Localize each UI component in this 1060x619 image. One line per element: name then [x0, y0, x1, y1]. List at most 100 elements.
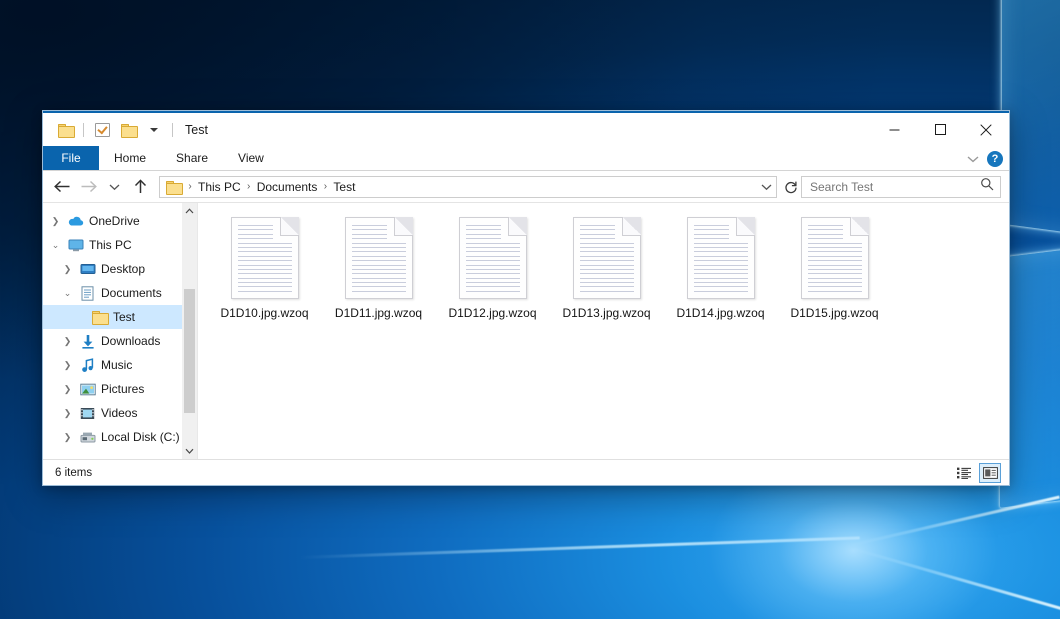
address-dropdown-icon[interactable]	[756, 176, 776, 198]
file-explorer-window: Test File Home Share View	[42, 110, 1010, 486]
tab-file[interactable]: File	[43, 146, 99, 170]
tab-share[interactable]: Share	[161, 146, 223, 170]
help-icon[interactable]: ?	[987, 151, 1003, 167]
sidebar-item-label: OneDrive	[89, 214, 140, 228]
sidebar-item-local-disk-c[interactable]: ❯ Local Disk (C:)	[43, 425, 182, 449]
maximize-button[interactable]	[917, 113, 963, 146]
file-item[interactable]: D1D12.jpg.wzoq	[444, 217, 541, 321]
qat-divider-2	[172, 123, 173, 137]
chevron-right-icon[interactable]: ❯	[61, 336, 74, 347]
scroll-down-icon[interactable]	[182, 443, 197, 459]
breadcrumb-test[interactable]: Test	[331, 180, 357, 194]
sidebar-item-videos[interactable]: ❯ Videos	[43, 401, 182, 425]
pictures-icon	[79, 383, 96, 396]
quick-access-toolbar	[43, 119, 176, 141]
breadcrumb-separator: ›	[319, 181, 331, 192]
sidebar-item-label: Downloads	[101, 334, 160, 348]
chevron-right-icon[interactable]: ❯	[49, 216, 62, 227]
sidebar-item-label: Test	[113, 310, 135, 324]
downloads-icon	[79, 334, 96, 349]
file-item[interactable]: D1D15.jpg.wzoq	[786, 217, 883, 321]
window-title: Test	[185, 123, 208, 137]
sidebar-item-desktop[interactable]: ❯ Desktop	[43, 257, 182, 281]
drive-icon	[79, 431, 96, 444]
chevron-right-icon[interactable]: ❯	[61, 432, 74, 443]
sidebar-item-pictures[interactable]: ❯ Pictures	[43, 377, 182, 401]
onedrive-icon	[67, 215, 84, 227]
sidebar-item-downloads[interactable]: ❯ Downloads	[43, 329, 182, 353]
breadcrumb-separator: ›	[184, 181, 196, 192]
breadcrumb-documents[interactable]: Documents	[255, 180, 320, 194]
chevron-right-icon[interactable]: ❯	[61, 360, 74, 371]
chevron-right-icon[interactable]: ❯	[61, 264, 74, 275]
search-placeholder: Search Test	[810, 180, 980, 194]
file-name: D1D10.jpg.wzoq	[220, 306, 308, 321]
new-folder-icon[interactable]	[117, 119, 139, 141]
close-button[interactable]	[963, 113, 1009, 146]
customize-quick-access-icon[interactable]	[143, 119, 165, 141]
breadcrumb-this-pc[interactable]: This PC	[196, 180, 243, 194]
minimize-button[interactable]	[871, 113, 917, 146]
file-list-view[interactable]: D1D10.jpg.wzoq D1D11.jpg.wzoq	[198, 203, 1009, 459]
scroll-up-icon[interactable]	[182, 203, 197, 219]
forward-button[interactable]	[75, 174, 101, 200]
sidebar-item-label: Videos	[101, 406, 137, 420]
chevron-down-icon[interactable]: ⌄	[49, 240, 62, 251]
chevron-down-icon[interactable]: ⌄	[61, 288, 74, 299]
generic-document-icon	[345, 217, 413, 299]
generic-document-icon	[459, 217, 527, 299]
view-buttons	[953, 463, 1001, 483]
file-item[interactable]: D1D14.jpg.wzoq	[672, 217, 769, 321]
sidebar-item-test[interactable]: Test	[43, 305, 182, 329]
folder-icon[interactable]	[54, 119, 76, 141]
ribbon-right-controls: ?	[967, 146, 1003, 171]
sidebar-item-label: This PC	[89, 238, 132, 252]
back-button[interactable]	[49, 174, 75, 200]
navigation-scrollbar[interactable]	[182, 203, 198, 459]
search-input[interactable]: Search Test	[801, 176, 1001, 198]
address-folder-icon	[166, 181, 181, 193]
sidebar-item-onedrive[interactable]: ❯ OneDrive	[43, 209, 182, 233]
large-icons-view-button[interactable]	[979, 463, 1001, 483]
address-bar[interactable]: › This PC › Documents › Test	[159, 176, 777, 198]
window-body: ❯ OneDrive ⌄ This PC ❯	[43, 202, 1009, 459]
recent-locations-button[interactable]	[101, 174, 127, 200]
file-item[interactable]: D1D11.jpg.wzoq	[330, 217, 427, 321]
desktop: Test File Home Share View	[0, 0, 1060, 619]
search-icon[interactable]	[980, 177, 994, 196]
sidebar-item-this-pc[interactable]: ⌄ This PC	[43, 233, 182, 257]
item-count-label: 6 items	[55, 467, 953, 479]
chevron-right-icon[interactable]: ❯	[61, 384, 74, 395]
address-bar-row: › This PC › Documents › Test Search Test	[43, 171, 1009, 202]
refresh-button[interactable]	[781, 176, 801, 198]
window-controls	[871, 113, 1009, 146]
file-item[interactable]: D1D13.jpg.wzoq	[558, 217, 655, 321]
music-icon	[79, 358, 96, 373]
generic-document-icon	[231, 217, 299, 299]
file-grid: D1D10.jpg.wzoq D1D11.jpg.wzoq	[216, 217, 1009, 321]
properties-icon[interactable]	[91, 119, 113, 141]
sidebar-item-label: Documents	[101, 286, 162, 300]
file-name: D1D13.jpg.wzoq	[562, 306, 650, 321]
file-name: D1D11.jpg.wzoq	[335, 306, 422, 321]
chevron-down-icon[interactable]	[967, 150, 979, 168]
qat-divider-1	[83, 123, 84, 137]
sidebar-item-documents[interactable]: ⌄ Documents	[43, 281, 182, 305]
sidebar-item-label: Local Disk (C:)	[101, 430, 180, 444]
tab-view[interactable]: View	[223, 146, 279, 170]
file-item[interactable]: D1D10.jpg.wzoq	[216, 217, 313, 321]
generic-document-icon	[687, 217, 755, 299]
details-view-button[interactable]	[953, 463, 975, 483]
this-pc-icon	[67, 239, 84, 252]
sidebar-item-label: Desktop	[101, 262, 145, 276]
file-name: D1D12.jpg.wzoq	[448, 306, 536, 321]
sidebar-item-music[interactable]: ❯ Music	[43, 353, 182, 377]
scrollbar-thumb[interactable]	[184, 289, 195, 413]
sidebar-item-label: Pictures	[101, 382, 144, 396]
generic-document-icon	[573, 217, 641, 299]
folder-icon	[91, 311, 108, 323]
chevron-right-icon[interactable]: ❯	[61, 408, 74, 419]
up-button[interactable]	[127, 174, 153, 200]
file-name: D1D15.jpg.wzoq	[790, 306, 878, 321]
tab-home[interactable]: Home	[99, 146, 161, 170]
